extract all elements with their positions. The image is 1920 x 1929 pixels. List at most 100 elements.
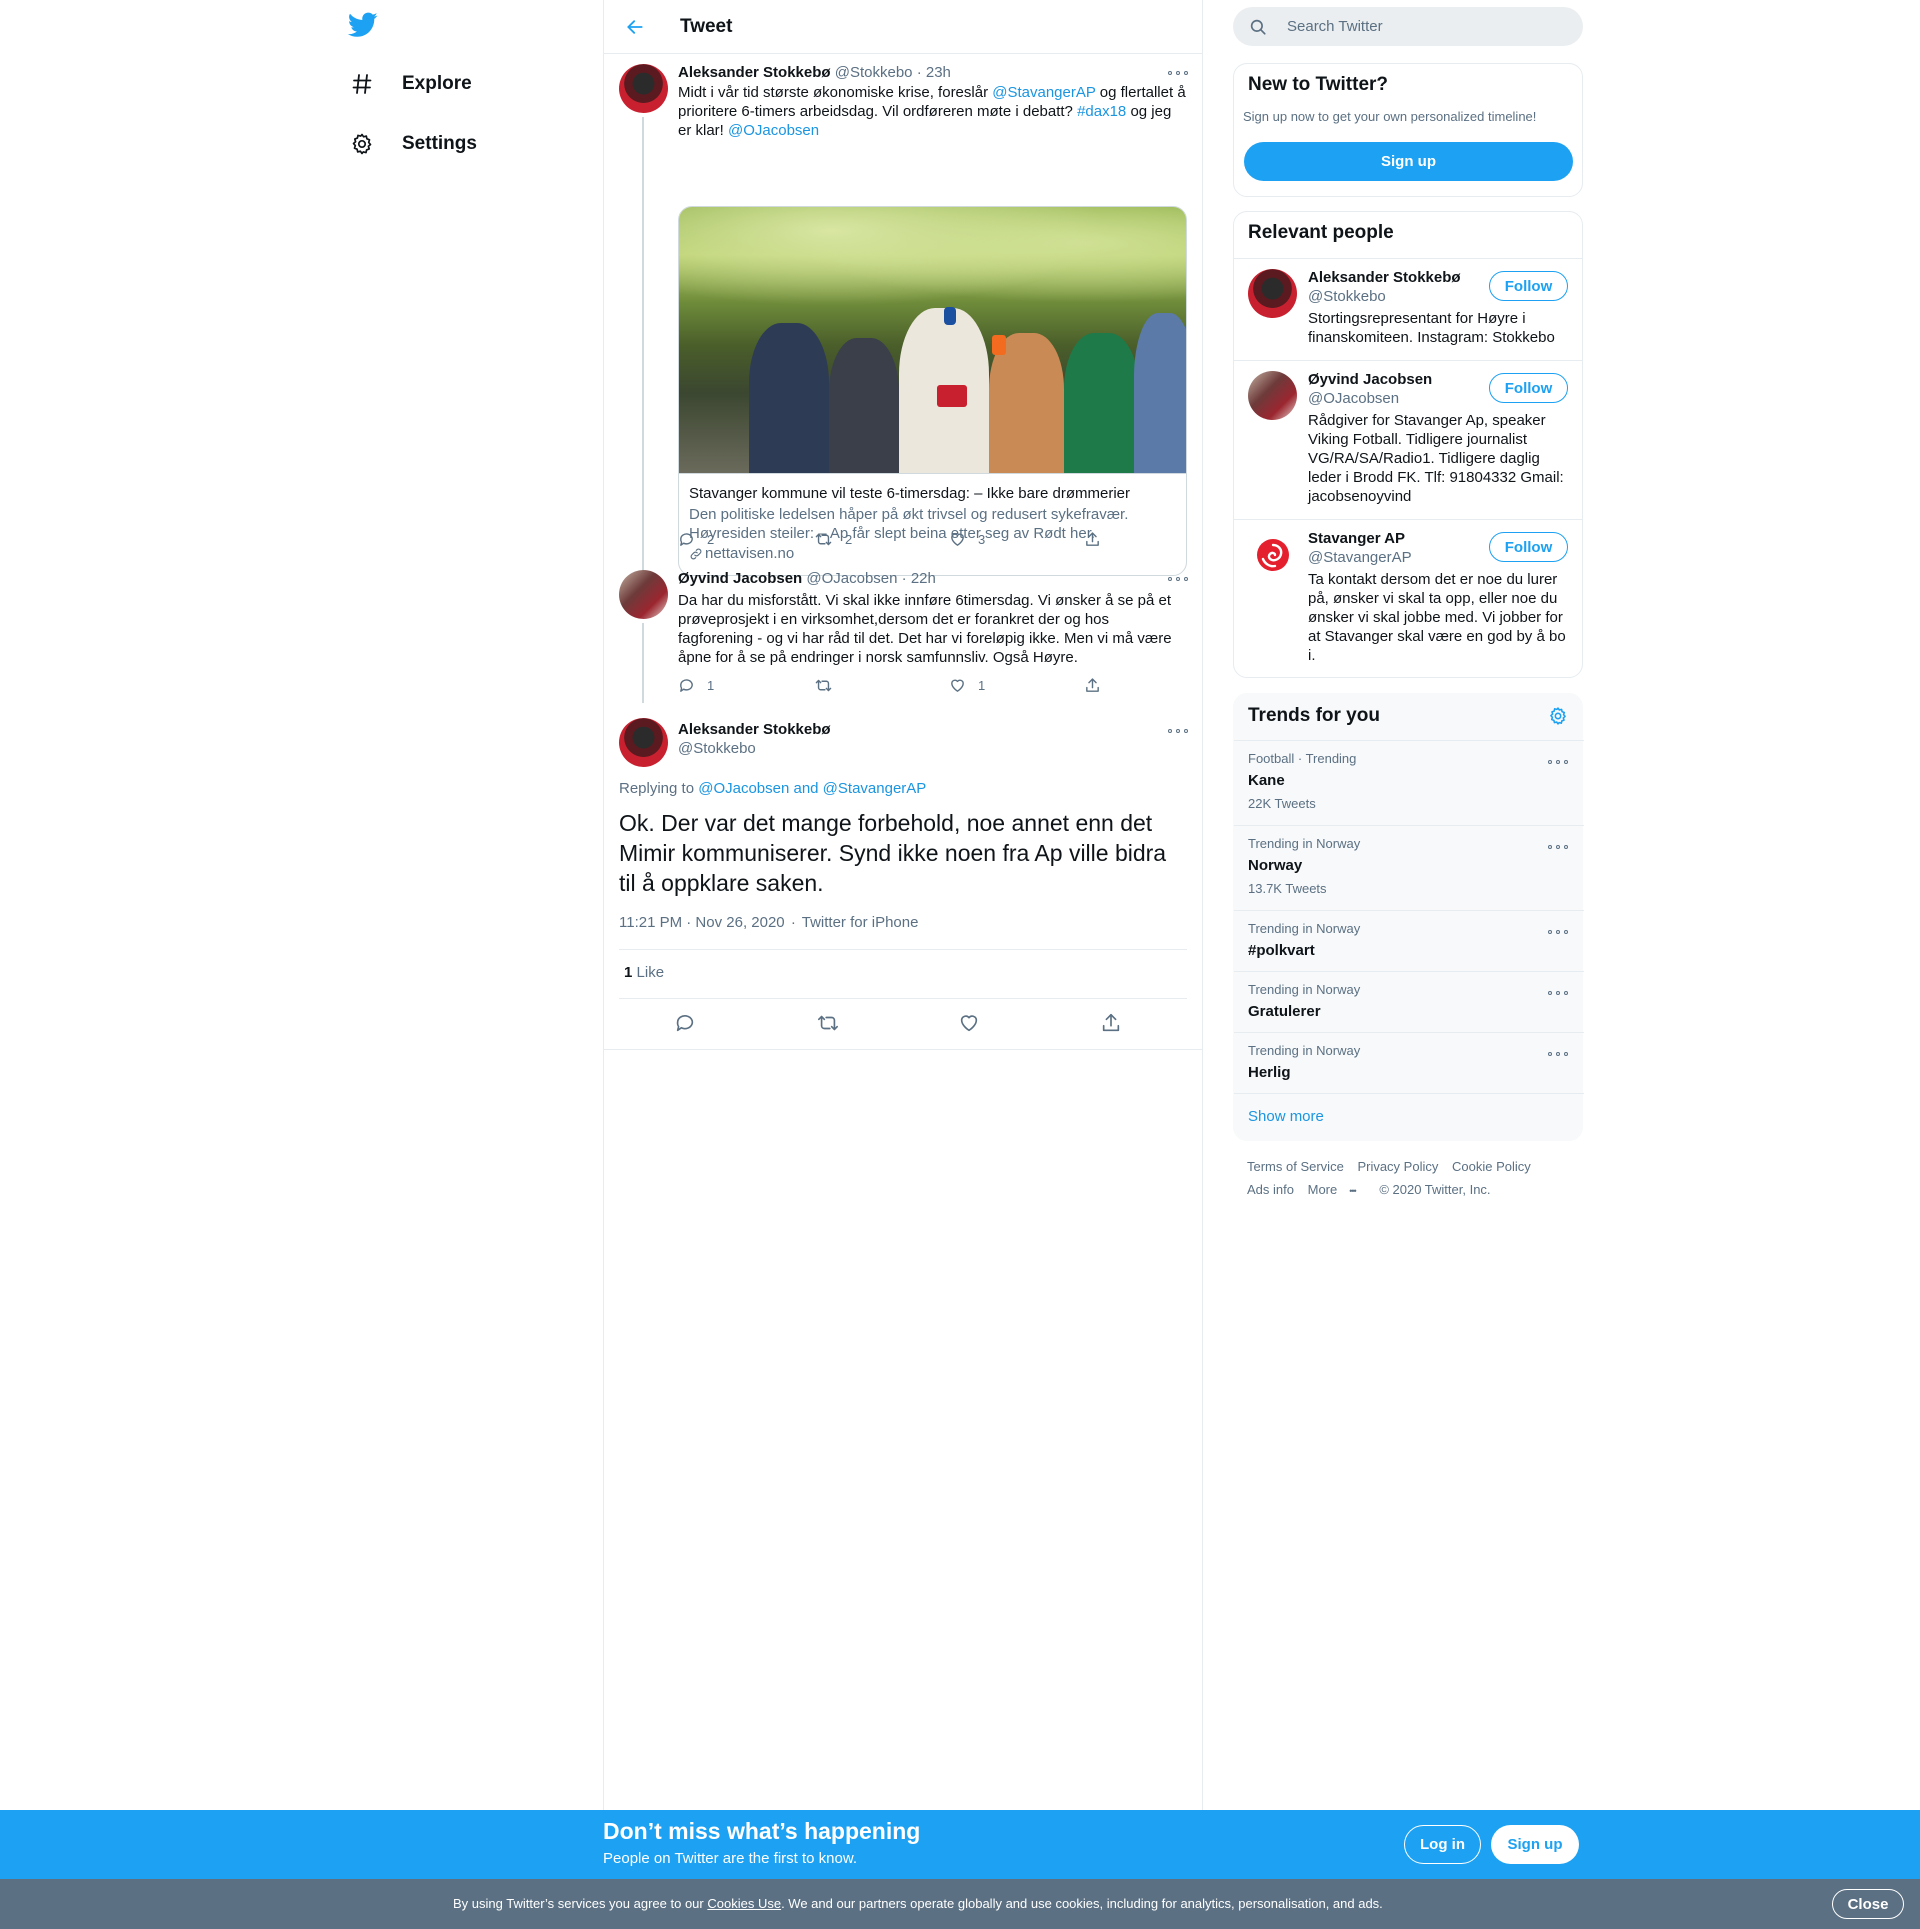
nav-explore[interactable]: Explore [348,64,472,104]
reply-button[interactable]: 2 [678,531,714,548]
privacy-link[interactable]: Privacy Policy [1357,1159,1438,1174]
tweet-source[interactable]: Twitter for iPhone [802,914,919,931]
tweet-header: Øyvind Jacobsen @OJacobsen · 22h [678,570,936,587]
person-item[interactable]: Øyvind Jacobsen @OJacobsen Rådgiver for … [1234,360,1582,519]
settings-gear-icon[interactable] [1548,706,1568,731]
like-button[interactable]: 1 [949,677,985,694]
trend-item[interactable]: Football · Trending Kane 22K Tweets [1234,740,1584,825]
person-handle[interactable]: @StavangerAP [1308,549,1412,566]
more-options-icon[interactable] [1548,927,1568,937]
like-button[interactable]: 3 [949,531,985,548]
retweet-button[interactable]: 2 [814,531,852,548]
follow-button[interactable]: Follow [1489,271,1568,301]
more-options-icon[interactable] [1548,842,1568,852]
share-icon[interactable] [1100,1012,1124,1036]
person-name[interactable]: Stavanger AP [1308,530,1405,547]
search-bar[interactable] [1233,7,1583,46]
author-name[interactable]: Aleksander Stokkebø [678,64,831,81]
share-button[interactable] [1084,677,1113,694]
relevant-people-panel: Relevant people Aleksander Stokkebø @Sto… [1233,211,1583,678]
person-item[interactable]: Aleksander Stokkebø @Stokkebo Stortingsr… [1234,258,1582,360]
more-options-icon[interactable] [1548,757,1568,767]
tweet-text: Midt i vår tid største økonomiske krise,… [678,83,1188,140]
more-options-icon[interactable] [1548,988,1568,998]
author-handle[interactable]: @OJacobsen [806,570,897,587]
more-options-icon[interactable] [1168,68,1188,78]
twitter-bird-icon[interactable] [347,12,382,42]
tweet-1[interactable]: Aleksander Stokkebø @Stokkebo · 23h Midt… [604,54,1202,614]
tweet-timestamp[interactable]: 11:21 PM · Nov 26, 2020 [619,914,785,931]
replying-label: Replying to [619,780,695,797]
hashtag-icon [348,70,376,98]
follow-button[interactable]: Follow [1489,373,1568,403]
person-name[interactable]: Aleksander Stokkebø [1308,269,1461,286]
trend-item[interactable]: Trending in Norway Gratulerer [1234,971,1584,1032]
tweet-actions: 2 2 3 [678,531,1118,551]
share-icon [1086,532,1099,546]
author-name[interactable]: Aleksander Stokkebø [678,721,831,738]
retweet-icon[interactable] [816,1012,840,1036]
main-author-name[interactable]: Aleksander Stokkebø [678,721,831,738]
more-options-icon[interactable] [1168,574,1188,584]
terms-link[interactable]: Terms of Service [1247,1159,1344,1174]
close-button[interactable]: Close [1832,1889,1904,1919]
mention-link[interactable]: @OJacobsen [728,122,819,139]
link-card[interactable]: Stavanger kommune vil teste 6-timersdag:… [678,206,1187,576]
share-button[interactable] [1084,531,1113,548]
hashtag-link[interactable]: #dax18 [1077,103,1126,120]
tweet-2[interactable]: Øyvind Jacobsen @OJacobsen · 22h Da har … [604,560,1202,705]
heart-icon [951,533,964,546]
person-handle[interactable]: @Stokkebo [1308,288,1386,305]
heart-icon[interactable] [958,1012,982,1036]
author-handle[interactable]: @Stokkebo [678,740,756,757]
main-tweet: Aleksander Stokkebø @Stokkebo Replying t… [604,706,1202,1050]
avatar[interactable] [619,570,668,619]
likes-summary[interactable]: 1 Like [624,964,664,981]
person-item[interactable]: Stavanger AP @StavangerAP Ta kontakt der… [1234,519,1582,677]
person-bio: Stortingsrepresentant for Høyre i finans… [1308,310,1555,346]
tweet-time[interactable]: · 23h [917,64,951,81]
login-button[interactable]: Log in [1404,1825,1481,1864]
person-handle[interactable]: @OJacobsen [1308,390,1399,407]
trend-item[interactable]: Trending in Norway Herlig [1234,1032,1584,1093]
replying-targets-link[interactable]: @OJacobsen and @StavangerAP [698,780,926,797]
nav-settings[interactable]: Settings [348,124,477,164]
cookie-text: By using Twitter’s services you agree to… [453,1896,1383,1911]
show-more-row[interactable]: Show more [1234,1093,1584,1140]
reply-icon[interactable] [674,1012,698,1036]
reply-count: 1 [707,678,715,693]
show-more-link[interactable]: Show more [1248,1108,1324,1125]
trend-name: #polkvart [1248,942,1315,959]
author-name[interactable]: Øyvind Jacobsen [678,570,802,587]
main-author-handle[interactable]: @Stokkebo [678,740,756,757]
tweet-time[interactable]: · 22h [902,570,936,587]
likes-label: Like [636,964,665,981]
signup-button[interactable]: Sign up [1244,142,1573,181]
back-arrow-icon[interactable] [622,14,648,40]
mention-link[interactable]: @StavangerAP [992,84,1095,101]
avatar[interactable] [619,718,668,767]
ads-info-link[interactable]: Ads info [1247,1182,1294,1197]
more-options-icon[interactable] [1168,726,1188,736]
follow-button[interactable]: Follow [1489,532,1568,562]
panel-title: Trends for you [1248,705,1380,726]
search-icon [1249,17,1269,37]
signup-button[interactable]: Sign up [1491,1825,1579,1864]
trend-item[interactable]: Trending in Norway Norway 13.7K Tweets [1234,825,1584,910]
avatar[interactable] [1248,530,1297,579]
avatar[interactable] [1248,371,1297,420]
cookie-policy-link[interactable]: Cookie Policy [1452,1159,1531,1174]
retweet-button[interactable] [814,677,845,694]
avatar[interactable] [1248,269,1297,318]
avatar[interactable] [619,64,668,113]
more-link[interactable]: More ••• [1308,1182,1366,1197]
author-handle[interactable]: @Stokkebo [835,64,913,81]
thread-line [642,623,644,703]
trend-item[interactable]: Trending in Norway #polkvart [1234,910,1584,971]
reply-button[interactable]: 1 [678,677,714,694]
search-input[interactable] [1287,18,1547,35]
more-options-icon[interactable] [1548,1049,1568,1059]
cookies-use-link[interactable]: Cookies Use [707,1896,781,1911]
likes-count: 1 [624,964,633,981]
person-name[interactable]: Øyvind Jacobsen [1308,371,1432,388]
